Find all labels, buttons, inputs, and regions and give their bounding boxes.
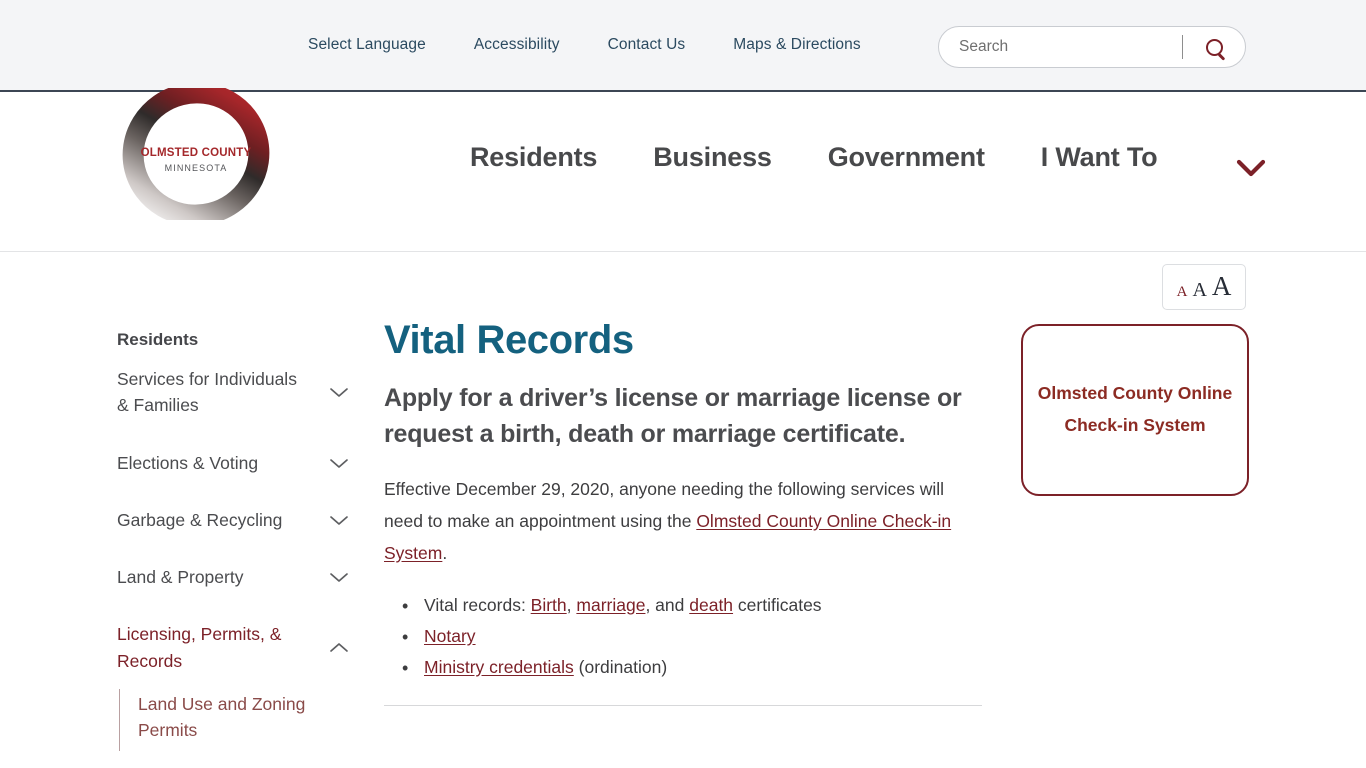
list-item-text: , xyxy=(566,594,577,615)
chevron-down-icon[interactable] xyxy=(329,571,349,583)
page-content: A A A Residents Services for Individuals… xyxy=(0,252,1366,768)
chevron-down-icon[interactable] xyxy=(329,457,349,469)
utility-nav: Select Language Accessibility Contact Us… xyxy=(308,36,861,54)
nav-item-residents[interactable]: Residents xyxy=(470,142,597,173)
list-item-text: , and xyxy=(645,594,690,615)
utility-link-select-language[interactable]: Select Language xyxy=(308,36,426,54)
sidebar-item-land-property[interactable]: Land & Property xyxy=(117,548,349,605)
sidebar-item-label: Land & Property xyxy=(117,567,244,587)
search-button[interactable] xyxy=(1183,27,1245,67)
nav-item-business[interactable]: Business xyxy=(653,142,772,173)
svg-text:MINNESOTA: MINNESOTA xyxy=(165,163,228,173)
list-item-text: certificates xyxy=(733,594,822,615)
nav-item-i-want-to[interactable]: I Want To xyxy=(1041,142,1158,173)
link-birth[interactable]: Birth xyxy=(531,595,567,615)
search-icon xyxy=(1205,38,1223,56)
main-column: Vital Records Apply for a driver’s licen… xyxy=(384,252,982,706)
sidebar-item-elections-voting[interactable]: Elections & Voting xyxy=(117,434,349,491)
list-item-text: Vital records: xyxy=(424,594,531,615)
sidebar-item-label: Services for Individuals & Families xyxy=(117,369,297,416)
link-marriage[interactable]: marriage xyxy=(576,595,645,615)
site-logo[interactable]: OLMSTED COUNTY MINNESOTA xyxy=(117,84,275,224)
online-check-in-system-label: Olmsted County Online Check-in System xyxy=(1037,383,1233,435)
sidebar-subitem-land-use-and-zoning-permits[interactable]: Land Use and Zoning Permits xyxy=(138,689,349,752)
utility-link-maps-directions[interactable]: Maps & Directions xyxy=(733,36,860,54)
list-item: Ministry credentials (ordination) xyxy=(402,652,982,684)
nav-item-government[interactable]: Government xyxy=(828,142,985,173)
main-nav: Residents Business Government I Want To xyxy=(470,142,1266,176)
sidebar-item-services-for-individuals-families[interactable]: Services for Individuals & Families xyxy=(117,350,349,434)
site-header: OLMSTED COUNTY MINNESOTA Residents Busin… xyxy=(0,88,1366,252)
intro-text-after: . xyxy=(442,542,448,563)
online-check-in-system-button[interactable]: Olmsted County Online Check-in System xyxy=(1021,324,1249,496)
link-death[interactable]: death xyxy=(689,595,733,615)
chevron-down-icon[interactable] xyxy=(329,514,349,526)
list-item: Vital records: Birth, marriage, and deat… xyxy=(402,590,982,622)
sidebar-sublist: Land Use and Zoning Permits xyxy=(119,688,349,752)
chevron-up-icon[interactable] xyxy=(329,642,349,654)
sidebar-item-label: Licensing, Permits, & Records xyxy=(117,624,282,671)
svg-text:OLMSTED COUNTY: OLMSTED COUNTY xyxy=(141,147,252,159)
utility-link-accessibility[interactable]: Accessibility xyxy=(474,36,560,54)
intro-paragraph: Effective December 29, 2020, anyone need… xyxy=(384,474,982,570)
utility-link-contact-us[interactable]: Contact Us xyxy=(608,36,686,54)
sidebar-item-label: Elections & Voting xyxy=(117,452,259,473)
services-list: Vital records: Birth, marriage, and deat… xyxy=(384,590,982,684)
content-divider xyxy=(384,704,982,706)
sidebar-item-garbage-recycling[interactable]: Garbage & Recycling xyxy=(117,491,349,548)
link-notary[interactable]: Notary xyxy=(424,626,476,646)
olmsted-county-logo-icon: OLMSTED COUNTY MINNESOTA xyxy=(122,88,270,220)
page-subtitle: Apply for a driver’s license or marriage… xyxy=(384,384,962,448)
right-rail: Olmsted County Online Check-in System xyxy=(1021,252,1249,496)
search-input[interactable] xyxy=(939,27,1182,67)
utility-bar: Select Language Accessibility Contact Us… xyxy=(0,0,1366,92)
chevron-down-icon[interactable] xyxy=(329,386,349,398)
list-item-text: (ordination) xyxy=(573,656,668,677)
sidebar-item-licensing-permits-records[interactable]: Licensing, Permits, & Records xyxy=(117,605,349,689)
search-box[interactable] xyxy=(938,26,1246,68)
list-item: Notary xyxy=(402,621,982,653)
sidebar: Residents Services for Individuals & Fam… xyxy=(117,252,349,752)
link-ministry-credentials[interactable]: Ministry credentials xyxy=(424,657,574,677)
sidebar-title: Residents xyxy=(117,330,199,349)
sidebar-item-label: Garbage & Recycling xyxy=(117,509,283,530)
page-title: Vital Records xyxy=(384,318,634,362)
